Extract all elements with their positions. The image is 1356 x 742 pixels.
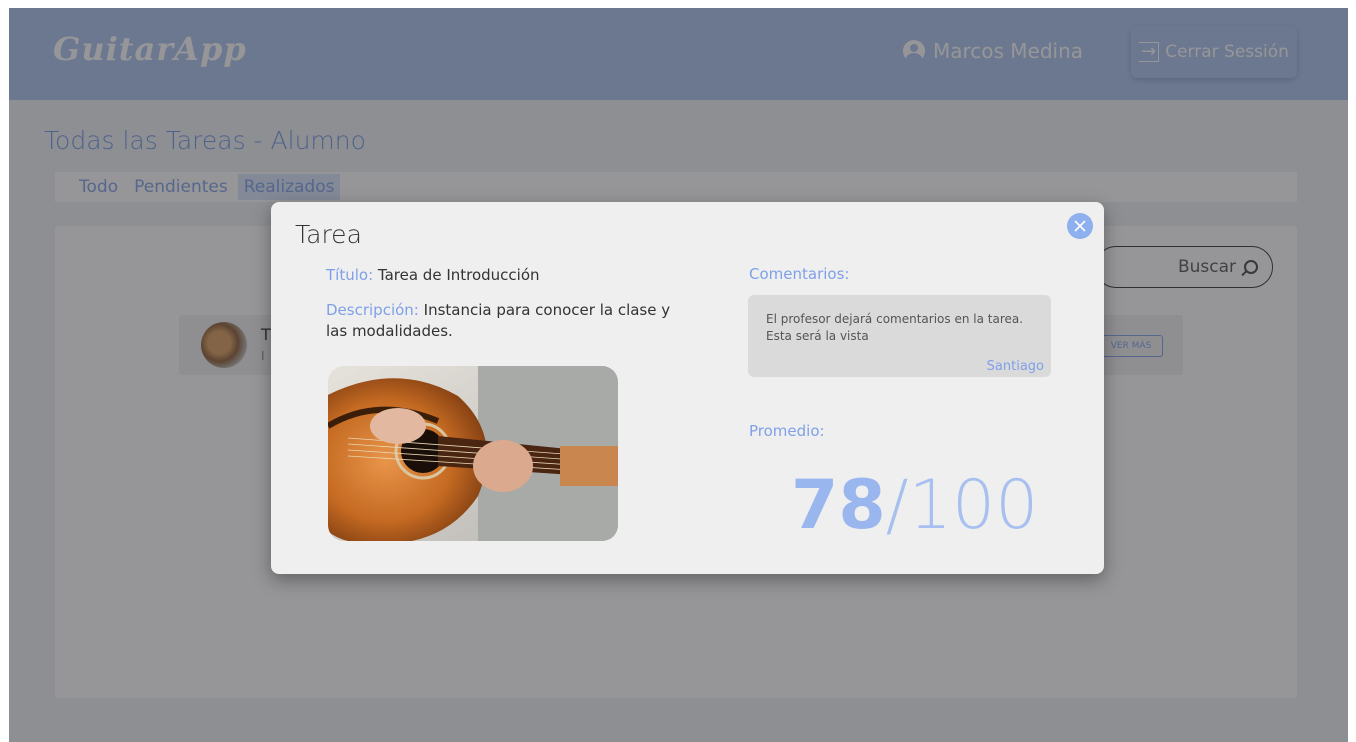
promedio-label: Promedio: (749, 422, 825, 440)
comment-box: El profesor dejará comentarios en la tar… (748, 295, 1051, 377)
comentarios-label: Comentarios: (749, 265, 850, 283)
score-separator: / (885, 466, 909, 545)
comment-text: El profesor dejará comentarios en la tar… (766, 312, 1024, 343)
modal-title: Tarea (295, 220, 362, 249)
task-title-field: Título: Tarea de Introducción (326, 265, 540, 286)
guitar-image (328, 366, 618, 541)
close-icon (1074, 220, 1086, 232)
task-modal: Tarea Título: Tarea de Introducción Desc… (271, 202, 1104, 574)
titulo-label: Título: (326, 266, 374, 284)
score-value: 78 (791, 466, 886, 545)
descripcion-label: Descripción: (326, 301, 419, 319)
guitar-photo (328, 366, 618, 541)
comment-author: Santiago (986, 359, 1044, 374)
titulo-value: Tarea de Introducción (377, 266, 540, 284)
task-description-field: Descripción: Instancia para conocer la c… (326, 300, 686, 342)
score-max: 100 (908, 466, 1039, 545)
close-button[interactable] (1067, 213, 1093, 239)
score-display: 78/100 (791, 468, 1038, 544)
